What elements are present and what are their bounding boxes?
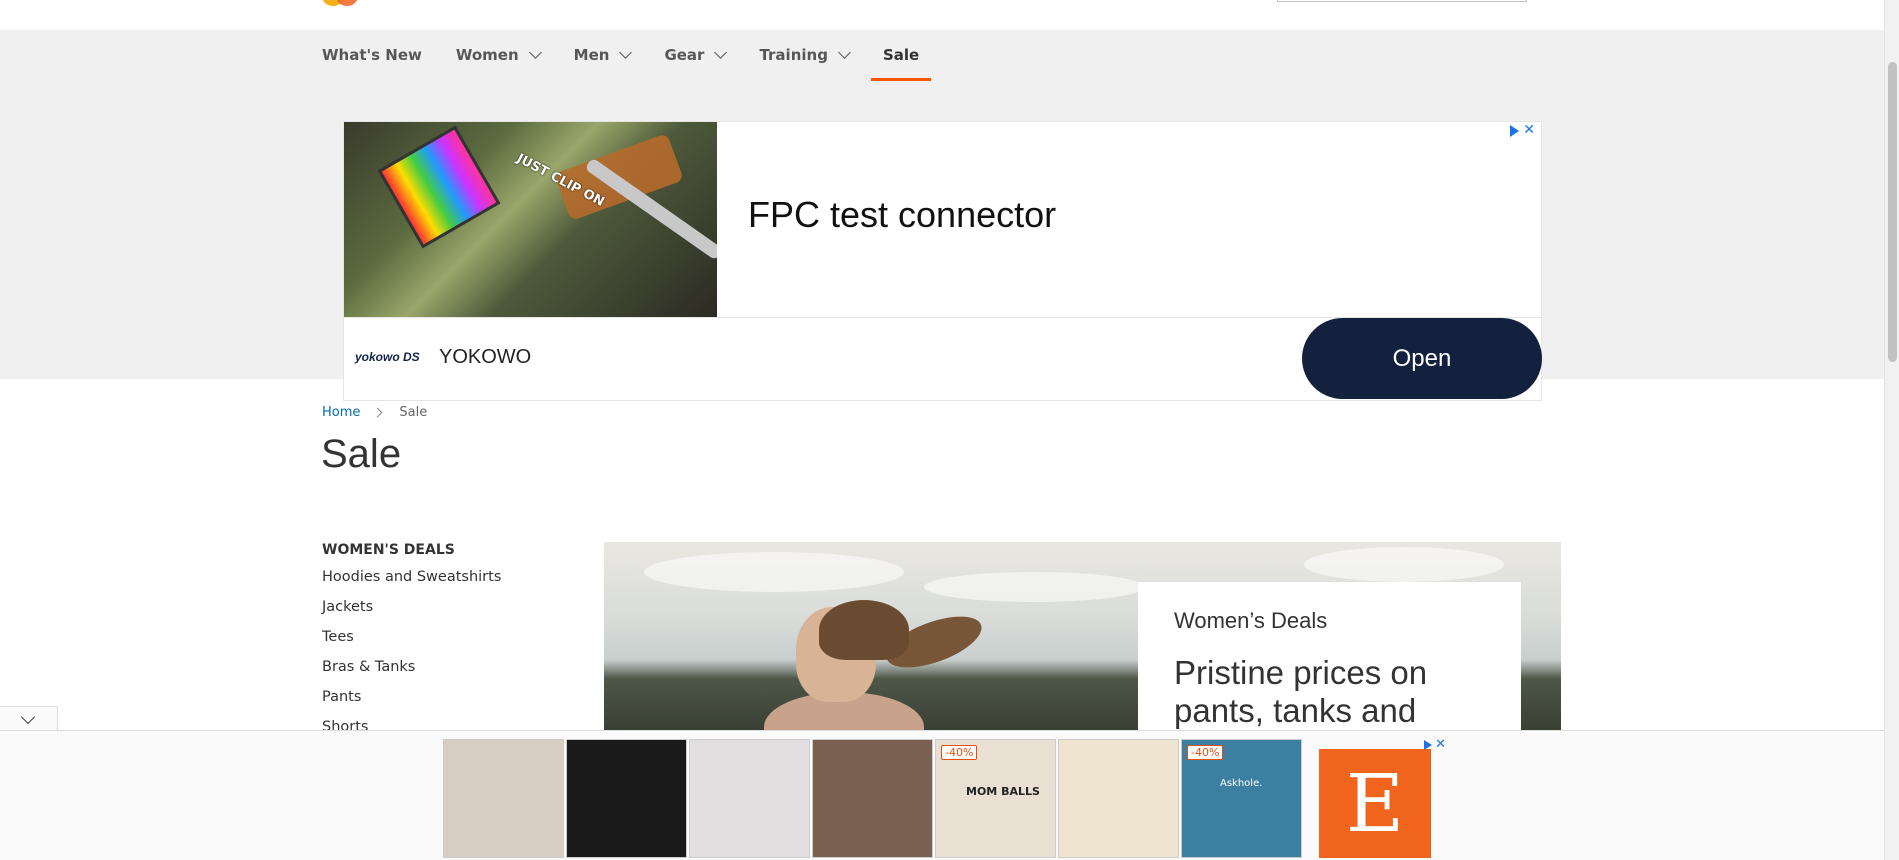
- ad-brand-logo: yokowo DS: [355, 350, 420, 364]
- search-input[interactable]: [1277, 0, 1527, 2]
- chevron-down-icon: [619, 46, 633, 59]
- etsy-ad[interactable]: E ✕: [1319, 737, 1446, 858]
- ad-image[interactable]: JUST CLIP ON: [344, 122, 717, 317]
- nav-item-women[interactable]: Women: [455, 30, 542, 80]
- chevron-right-icon: [372, 407, 383, 418]
- nav-label: Women: [455, 46, 519, 64]
- hero-woman-hair: [819, 600, 909, 660]
- leggings-thumb[interactable]: [443, 739, 564, 858]
- nav-item-sale[interactable]: Sale: [870, 30, 932, 81]
- hero-headline: Pristine prices on pants, tanks and: [1174, 654, 1428, 729]
- nav-item-training[interactable]: Training: [759, 30, 851, 80]
- sidebar-link-jackets[interactable]: Jackets: [322, 596, 501, 626]
- scrollbar-thumb[interactable]: [1888, 62, 1897, 362]
- ad-footer: yokowo DS YOKOWO Open: [344, 317, 1542, 401]
- breadcrumb: Home Sale: [322, 405, 427, 420]
- tshirt-thumb[interactable]: -40% Askhole.: [1181, 739, 1302, 858]
- ad-collapse-toggle[interactable]: [0, 706, 58, 731]
- sidebar-link-tees[interactable]: Tees: [322, 626, 501, 656]
- sidebar-link-hoodies[interactable]: Hoodies and Sweatshirts: [322, 566, 501, 596]
- hero-kicker: Women’s Deals: [1174, 608, 1328, 633]
- sweatshirt-thumb[interactable]: -40% MOM BALLS: [935, 739, 1056, 858]
- page-scrollbar[interactable]: [1884, 0, 1899, 860]
- nav-item-men[interactable]: Men: [573, 30, 633, 80]
- product-print-text: Askhole.: [1220, 778, 1263, 789]
- hero-card: Women’s Deals Pristine prices on pants, …: [1138, 582, 1521, 732]
- chevron-down-icon: [714, 46, 728, 59]
- cheesecake-thumb[interactable]: [1058, 739, 1179, 858]
- nav-label: What's New: [322, 46, 422, 64]
- chevron-down-icon: [838, 46, 851, 59]
- nav-label: Training: [759, 46, 828, 64]
- hero-banner[interactable]: Women’s Deals Pristine prices on pants, …: [604, 542, 1561, 732]
- woman-cat-thumb[interactable]: [812, 739, 933, 858]
- site-logo[interactable]: [322, 0, 370, 6]
- close-icon[interactable]: ✕: [1435, 737, 1446, 752]
- discount-badge: -40%: [941, 745, 978, 760]
- sidebar-heading: WOMEN'S DEALS: [322, 542, 455, 558]
- pink-figure-thumb[interactable]: [566, 739, 687, 858]
- bottom-ad-bar: -40% MOM BALLS -40% Askhole. E ✕: [0, 730, 1884, 860]
- ad-choices[interactable]: ✕: [1510, 122, 1535, 138]
- page-title: Sale: [321, 432, 402, 476]
- display-ad[interactable]: JUST CLIP ON FPC test connector ✕ yokowo…: [343, 121, 1542, 401]
- nav-label: Gear: [664, 46, 705, 64]
- nav-label: Men: [573, 46, 610, 64]
- ad-brand[interactable]: YOKOWO: [439, 346, 531, 369]
- sidebar-link-pants[interactable]: Pants: [322, 686, 501, 716]
- nav-item-gear[interactable]: Gear: [664, 30, 728, 80]
- nav-item-whats-new[interactable]: What's New: [322, 30, 422, 80]
- adchoices-icon[interactable]: [1424, 740, 1433, 750]
- breadcrumb-current: Sale: [399, 405, 428, 420]
- site-header: [0, 0, 1884, 30]
- nav-label: Sale: [882, 46, 920, 64]
- sidebar-link-bras-tanks[interactable]: Bras & Tanks: [322, 656, 501, 686]
- ad-title[interactable]: FPC test connector: [748, 194, 1056, 236]
- sidebar: WOMEN'S DEALS Hoodies and Sweatshirts Ja…: [322, 542, 501, 746]
- ad-open-button[interactable]: Open: [1302, 318, 1542, 399]
- product-print-text: MOM BALLS: [966, 785, 1040, 798]
- main-nav: What's New Women Men Gear Training Sale …: [0, 30, 1884, 401]
- etsy-logo[interactable]: E: [1319, 749, 1431, 858]
- chevron-down-icon[interactable]: [20, 709, 36, 725]
- adchoices-icon[interactable]: [1510, 125, 1520, 137]
- ad-thumbnail-strip: -40% MOM BALLS -40% Askhole.: [443, 739, 1302, 858]
- discount-badge: -40%: [1187, 745, 1224, 760]
- lcd-panel-graphic: [377, 125, 501, 249]
- bodysuit-thumb[interactable]: [689, 739, 810, 858]
- close-icon[interactable]: ✕: [1523, 122, 1535, 138]
- chevron-down-icon: [528, 46, 542, 59]
- breadcrumb-home[interactable]: Home: [322, 405, 360, 420]
- ad-choices[interactable]: ✕: [1424, 737, 1446, 752]
